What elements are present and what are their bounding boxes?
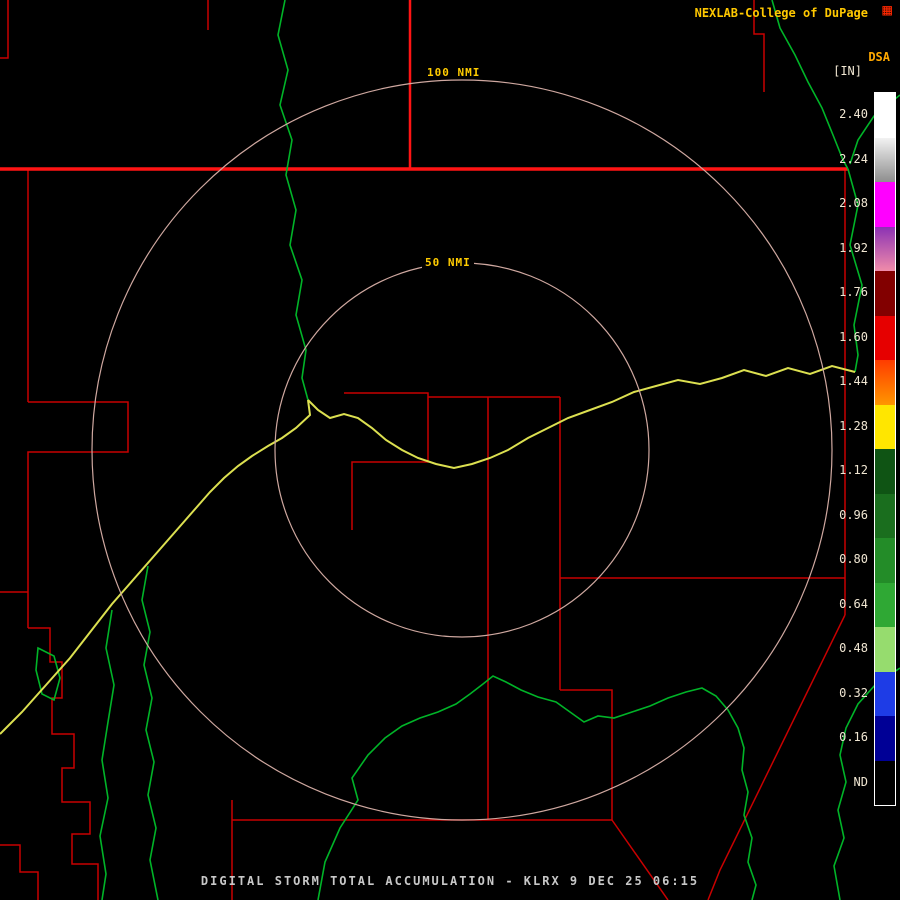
river-lines bbox=[35, 0, 900, 900]
scale-label: 0.96 bbox=[839, 507, 868, 522]
county-boundaries bbox=[0, 0, 846, 900]
range-ring-label-50nmi: 50 NMI bbox=[422, 256, 474, 269]
scale-swatch bbox=[875, 716, 895, 761]
branding-text: NEXLAB-College of DuPage bbox=[694, 6, 868, 20]
range-ring-label-100nmi: 100 NMI bbox=[424, 66, 484, 79]
scale-label: 0.48 bbox=[839, 641, 868, 656]
scale-labels: 2.40 2.24 2.08 1.92 1.76 1.60 1.44 1.28 1.12 0.96… bbox=[834, 92, 868, 804]
scale-label: 2.24 bbox=[839, 151, 868, 166]
scale-swatch bbox=[875, 760, 895, 805]
scale-swatch bbox=[875, 271, 895, 316]
cod-logo-icon: ▦ bbox=[882, 0, 892, 19]
color-scale: 2.40 2.24 2.08 1.92 1.76 1.60 1.44 1.28 1.12 0.96… bbox=[834, 92, 896, 806]
scale-swatch bbox=[875, 182, 895, 227]
scale-label: ND bbox=[853, 774, 868, 789]
scale-label: 0.16 bbox=[839, 730, 868, 745]
scale-segments bbox=[874, 92, 896, 806]
range-ring-50nmi bbox=[274, 262, 650, 638]
scale-swatch bbox=[875, 627, 895, 672]
scale-product-label: DSA bbox=[868, 50, 890, 64]
scale-swatch bbox=[875, 449, 895, 494]
range-rings bbox=[91, 79, 833, 821]
scale-swatch bbox=[875, 538, 895, 583]
state-border-line bbox=[0, 0, 848, 171]
scale-swatch bbox=[875, 93, 895, 138]
scale-label: 2.08 bbox=[839, 196, 868, 211]
scale-label: 1.92 bbox=[839, 240, 868, 255]
scale-label: 0.80 bbox=[839, 552, 868, 567]
scale-label: 1.44 bbox=[839, 374, 868, 389]
radar-display: 100 NMI 50 NMI NEXLAB-College of DuPage … bbox=[0, 0, 900, 900]
scale-swatch bbox=[875, 360, 895, 405]
scale-swatch bbox=[875, 671, 895, 716]
scale-label: 1.60 bbox=[839, 329, 868, 344]
scale-swatch bbox=[875, 315, 895, 360]
product-title: DIGITAL STORM TOTAL ACCUMULATION - KLRX … bbox=[200, 874, 700, 888]
scale-label: 0.64 bbox=[839, 596, 868, 611]
radar-map bbox=[0, 0, 900, 900]
scale-label: 1.76 bbox=[839, 285, 868, 300]
scale-units-label: [IN] bbox=[833, 64, 862, 78]
scale-label: 0.32 bbox=[839, 685, 868, 700]
scale-swatch bbox=[875, 582, 895, 627]
range-ring-100nmi bbox=[91, 79, 833, 821]
scale-label: 1.28 bbox=[839, 418, 868, 433]
scale-swatch bbox=[875, 404, 895, 449]
scale-label: 2.40 bbox=[839, 107, 868, 122]
scale-swatch bbox=[875, 137, 895, 182]
scale-label: 1.12 bbox=[839, 463, 868, 478]
scale-swatch bbox=[875, 226, 895, 271]
scale-swatch bbox=[875, 493, 895, 538]
